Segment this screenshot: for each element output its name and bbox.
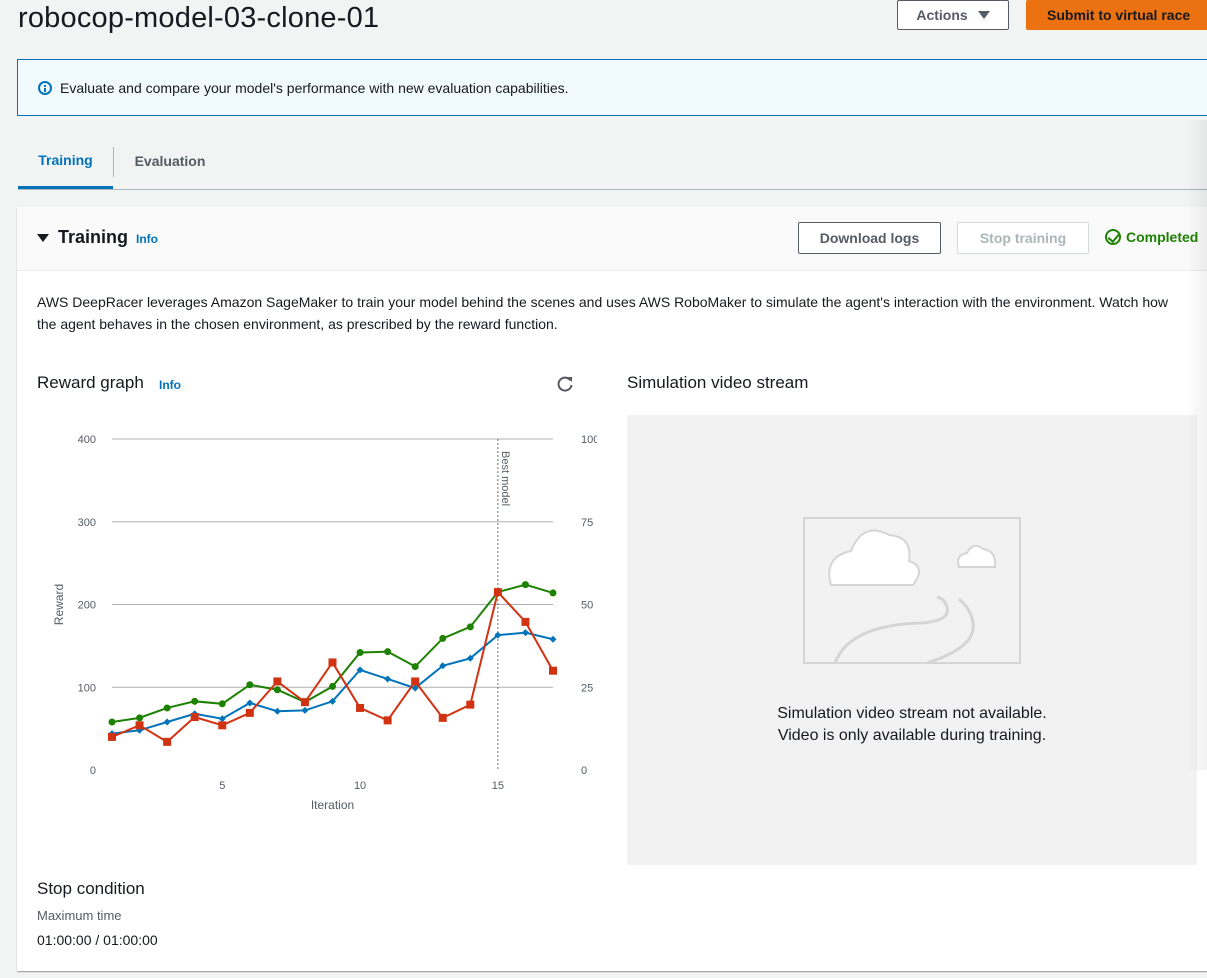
data-point (218, 700, 226, 708)
data-point (301, 706, 309, 714)
page-title: robocop-model-03-clone-01 (18, 2, 380, 34)
data-point (411, 663, 419, 671)
data-point (246, 681, 254, 689)
x-axis-label: Iteration (311, 798, 354, 812)
data-point (356, 648, 364, 656)
training-panel: Training Info Download logs Stop trainin… (17, 207, 1207, 971)
data-point (438, 713, 447, 722)
info-flash-banner: Evaluate and compare your model's perfor… (17, 59, 1207, 116)
data-point (190, 713, 199, 722)
image-placeholder-icon (803, 517, 1021, 665)
reward-chart: 0 0 100 25 200 50 300 75 400 100 5 10 15 Iteration Rew… (52, 434, 597, 812)
best-model-label: Best model (499, 451, 511, 506)
simulation-message-line2: Video is only available during training. (777, 727, 1047, 744)
data-point (328, 658, 337, 667)
simulation-title: Simulation video stream (627, 373, 809, 392)
y2-tick-label: 0 (581, 765, 587, 777)
data-point (439, 634, 447, 642)
y-tick-label: 300 (78, 517, 96, 529)
status-indicator: Completed (1105, 229, 1198, 245)
simulation-message-line1: Simulation video stream not available. (777, 705, 1047, 722)
actions-label: Actions (916, 7, 968, 23)
tab-training[interactable]: Training (18, 134, 113, 189)
y2-tick-label: 75 (581, 517, 593, 529)
y-tick-label: 100 (78, 682, 96, 694)
reward-graph-info-link[interactable]: Info (159, 378, 181, 392)
data-point (218, 721, 227, 730)
submit-to-virtual-race-button[interactable]: Submit to virtual race (1026, 0, 1207, 30)
data-point (356, 703, 365, 712)
tab-evaluation[interactable]: Evaluation (114, 134, 226, 188)
data-point (521, 581, 529, 589)
reward-graph-title: Reward graph (37, 373, 144, 392)
y-tick-label: 200 (78, 600, 96, 612)
flash-message: Evaluate and compare your model's perfor… (60, 79, 569, 96)
stop-condition-title: Stop condition (37, 879, 145, 898)
stop-training-button[interactable]: Stop training (957, 222, 1089, 254)
download-logs-button[interactable]: Download logs (798, 222, 941, 254)
y2-tick-label: 25 (581, 682, 593, 694)
data-point (383, 716, 392, 725)
y-tick-label: 0 (90, 765, 96, 777)
data-point (411, 677, 420, 686)
data-point (163, 737, 172, 746)
data-point (300, 698, 309, 707)
data-point (163, 718, 171, 726)
data-point (493, 588, 502, 597)
data-point (191, 697, 199, 705)
x-tick-label: 10 (354, 780, 366, 792)
data-point (549, 666, 557, 675)
caret-down-icon (977, 11, 990, 19)
y2-tick-label: 100 (581, 434, 597, 446)
data-point (549, 635, 557, 643)
stop-condition-label: Maximum time (37, 908, 122, 923)
data-point (384, 648, 392, 656)
check-circle-icon (1105, 229, 1121, 245)
collapse-caret-icon[interactable] (37, 234, 49, 242)
simulation-unavailable-message: Simulation video stream not available. V… (627, 703, 1197, 747)
y2-tick-label: 50 (581, 600, 593, 612)
data-point (466, 700, 475, 709)
training-description: AWS DeepRacer leverages Amazon SageMaker… (37, 294, 1169, 332)
y-tick-label: 400 (78, 434, 96, 446)
actions-button[interactable]: Actions (897, 0, 1009, 30)
data-point (549, 589, 557, 597)
data-point (273, 686, 281, 694)
data-point (135, 721, 144, 730)
x-tick-label: 5 (219, 780, 225, 792)
data-point (136, 714, 144, 722)
training-info-link[interactable]: Info (136, 232, 158, 246)
training-panel-header: Training Info Download logs Stop trainin… (17, 207, 1207, 271)
simulation-video-box: Simulation video stream not available. V… (627, 415, 1197, 865)
refresh-icon[interactable] (555, 374, 575, 394)
tab-bar: Training Evaluation (18, 134, 1207, 190)
data-point (466, 623, 474, 631)
data-point (521, 617, 530, 626)
right-edge-shadow (1187, 120, 1207, 770)
data-point (108, 732, 116, 741)
stop-condition-value: 01:00:00 / 01:00:00 (37, 932, 158, 948)
data-point (384, 675, 392, 683)
data-point (273, 677, 282, 686)
data-point (245, 708, 254, 717)
data-point (273, 707, 281, 715)
y-axis-label: Reward (52, 584, 66, 625)
info-icon (38, 80, 52, 95)
data-point (108, 718, 116, 726)
data-point (163, 704, 171, 712)
data-point (329, 682, 336, 690)
data-point (521, 629, 529, 637)
training-panel-title[interactable]: Training (58, 227, 128, 248)
x-tick-label: 15 (492, 780, 504, 792)
